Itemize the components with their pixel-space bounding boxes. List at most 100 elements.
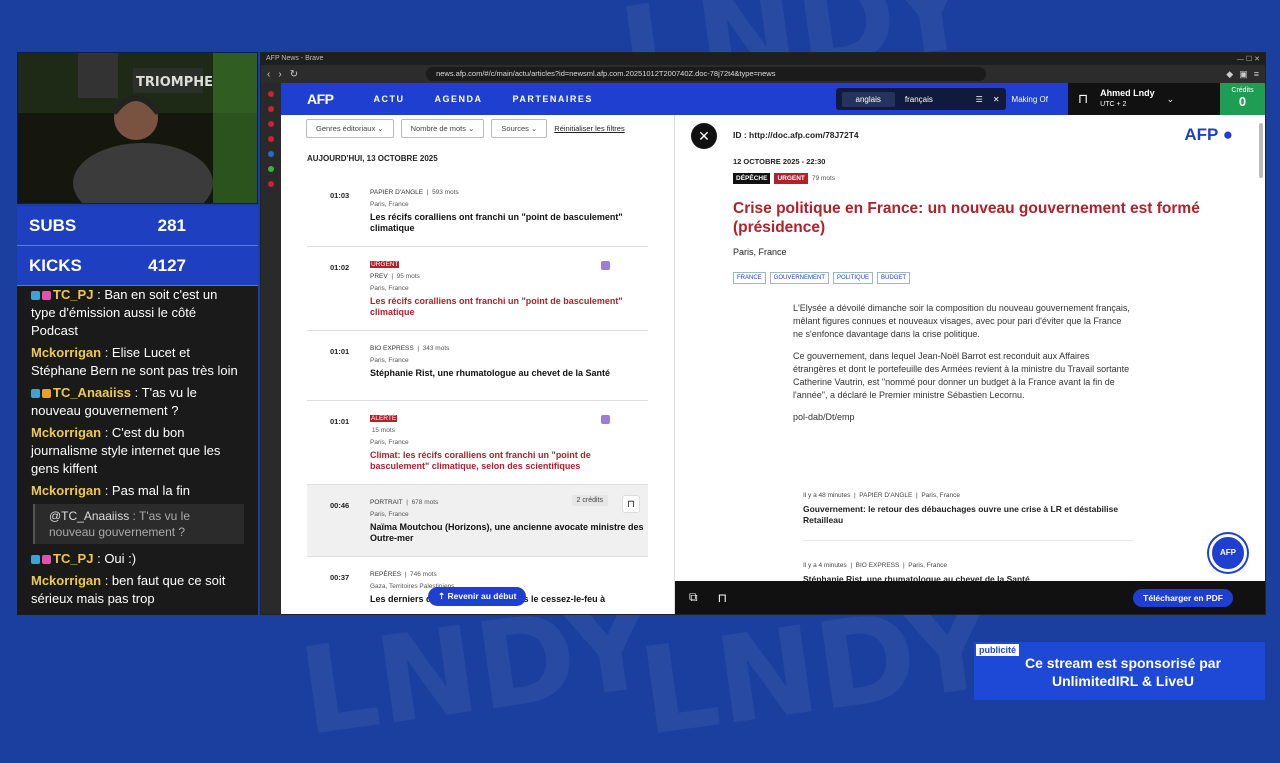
item-words: 593 mots [432,189,459,196]
article-tags: DÉPÊCHE URGENT 79 mots [733,173,835,184]
item-place: Paris, France [370,357,409,364]
download-pdf-button[interactable]: Télécharger en PDF [1133,588,1233,607]
kicks-label: KICKS [29,255,82,275]
address-bar[interactable]: news.afp.com/#/c/main/actu/articles?id=n… [426,67,987,81]
subs-label: SUBS [29,215,77,235]
bookmark-icon[interactable]: ⊓ [622,495,640,513]
item-words: 15 mots [371,427,395,434]
chat-username[interactable]: TC_PJ [53,551,93,566]
article-body: L'Elysée a dévoilé dimanche soir la comp… [793,302,1133,433]
article-id: ID : http://doc.afp.com/78J72T4 [733,130,859,140]
afp-logo[interactable]: AFP [307,91,334,107]
user-menu[interactable]: ⊓ Ahmed Lndy UTC + 2 ⌄ [1068,83,1220,115]
reload-icon[interactable]: ↻ [290,69,298,80]
chat-username[interactable]: TC_Anaaiiss [53,385,131,400]
back-to-top-button[interactable]: ⇡ Revenir au début [428,587,527,606]
bookmark-add-icon[interactable]: ⊓ [718,591,727,605]
item-title[interactable]: Naïma Moutchou (Horizons), une ancienne … [370,522,648,544]
news-item[interactable]: 01:01 BIO EXPRESS | 343 mots Paris, Fran… [307,331,648,401]
options-icon[interactable]: ☰ [976,95,983,104]
item-type: BIO EXPRESS [370,345,414,352]
item-credits-badge: 2 crédits [571,495,608,506]
sidebar-app-icon[interactable] [268,91,274,97]
item-title[interactable]: Les récifs coralliens ont franchi un "po… [370,212,648,234]
filter-genres[interactable]: Genres éditoriaux ⌄ [306,119,394,138]
credits-label: Crédits [1231,87,1254,94]
browser-toolbar: ‹ › ↻ news.afp.com/#/c/main/actu/article… [261,65,1265,83]
news-item[interactable]: 00:46 PORTRAIT | 678 mots Paris, France … [307,485,648,557]
sidebar-app-icon[interactable] [268,121,274,127]
chevron-down-icon[interactable]: ⌄ [1167,94,1175,105]
nav-agenda[interactable]: AGENDA [435,94,483,104]
sidebar-app-icon[interactable] [268,136,274,142]
window-controls[interactable]: — ☐ ✕ [1237,55,1260,63]
afp-assistant-button[interactable]: AFP [1209,534,1247,572]
chat-message: TC_PJ : Oui :) [31,550,244,568]
lang-english[interactable]: anglais [841,91,895,107]
nav-actu[interactable]: ACTU [374,94,405,104]
puzzle-icon[interactable]: ▣ [1239,69,1248,80]
copy-icon[interactable]: ⧉ [689,590,698,605]
day-heading: AUJOURD'HUI, 13 OCTOBRE 2025 [307,154,438,163]
item-title[interactable]: Climat: les récifs coralliens ont franch… [370,450,648,472]
document-icon[interactable] [601,415,610,424]
article-panel: ✕ ID : http://doc.afp.com/78J72T4 AFP ● … [674,115,1265,614]
chat-username[interactable]: TC_PJ [53,287,93,302]
close-article-button[interactable]: ✕ [691,123,717,149]
sidebar-app-icon[interactable] [268,166,274,172]
news-list: Genres éditoriaux ⌄ Nombre de mots ⌄ Sou… [281,115,674,614]
chat-message: Mckorrigan : ben faut que ce soit sérieu… [31,573,226,606]
item-words: 678 mots [411,499,439,506]
nav-partenaires[interactable]: PARTENAIRES [513,94,593,104]
news-item[interactable]: 01:02 URGENT PREV | 95 mots Paris, Franc… [307,247,648,331]
sidebar-app-icon[interactable] [268,181,274,187]
item-words: 95 mots [396,273,420,280]
chat-username[interactable]: Mckorrigan [31,345,101,360]
scrollbar[interactable] [1259,123,1263,178]
close-icon[interactable]: ✕ [993,95,1000,104]
bookmark-icon[interactable]: ⊓ [1078,91,1088,107]
keyword-tag[interactable]: GOUVERNEMENT [769,272,830,284]
badge-icon [31,389,40,398]
subs-counter: SUBS 281 [17,206,258,246]
depeche-tag: DÉPÊCHE [733,173,771,184]
document-icon[interactable] [601,261,610,270]
lang-french[interactable]: français [905,95,933,104]
filter-word-count[interactable]: Nombre de mots ⌄ [400,119,485,138]
news-item[interactable]: 01:01 ALERTE 15 mots Paris, France Clima… [307,401,648,485]
user-name: Ahmed Lndy [1100,88,1155,98]
reset-filters-link[interactable]: Réinitialiser les filtres [554,124,624,133]
chat-username[interactable]: Mckorrigan [31,483,101,498]
item-time: 01:02 [330,263,350,272]
item-title[interactable]: Stéphanie Rist, une rhumatologue au chev… [370,368,648,379]
item-words: 746 mots [410,571,437,578]
brave-shield-icon[interactable]: ◆ [1226,69,1233,80]
filter-sources[interactable]: Sources ⌄ [491,119,548,138]
forward-icon[interactable]: › [278,69,281,80]
extensions-bar: ◆ ▣ ≡ [1226,69,1259,80]
sponsor-banner: publicité Ce stream est sponsorisé par U… [974,642,1265,700]
browser-window: AFP News - Brave — ☐ ✕ ‹ › ↻ news.afp.co… [260,52,1266,615]
user-timezone: UTC + 2 [1100,101,1127,108]
keyword-tag[interactable]: BUDGET [877,272,911,284]
credits-counter[interactable]: Crédits 0 [1220,83,1265,115]
article-words: 79 mots [811,175,836,182]
afp-navbar: AFP ACTU AGENDA PARTENAIRES anglais fran… [281,83,1265,115]
keyword-tag[interactable]: FRANCE [733,272,766,284]
chat-username[interactable]: Mckorrigan [31,573,101,588]
menu-icon[interactable]: ≡ [1254,69,1259,80]
news-item[interactable]: 01:03 PAPIER D'ANGLE | 593 mots Paris, F… [307,175,648,247]
item-title[interactable]: Les récifs coralliens ont franchi un "po… [370,296,648,318]
item-time: 01:01 [330,347,350,356]
related-article[interactable]: Il y a 48 minutes | PAPIER D'ANGLE | Par… [803,492,1133,541]
back-icon[interactable]: ‹ [267,69,270,80]
chat-username[interactable]: Mckorrigan [31,425,101,440]
sidebar-app-icon[interactable] [268,151,274,157]
making-of-link[interactable]: Making Of [1012,95,1048,104]
sidebar-app-icon[interactable] [268,106,274,112]
keyword-tag[interactable]: POLITIQUE [833,272,874,284]
alert-tag: ALERTE [370,415,398,422]
item-place: Paris, France [370,201,409,208]
article-footer: ⧉ ⊓ Télécharger en PDF [675,581,1265,614]
urgent-tag: URGENT [774,173,808,184]
